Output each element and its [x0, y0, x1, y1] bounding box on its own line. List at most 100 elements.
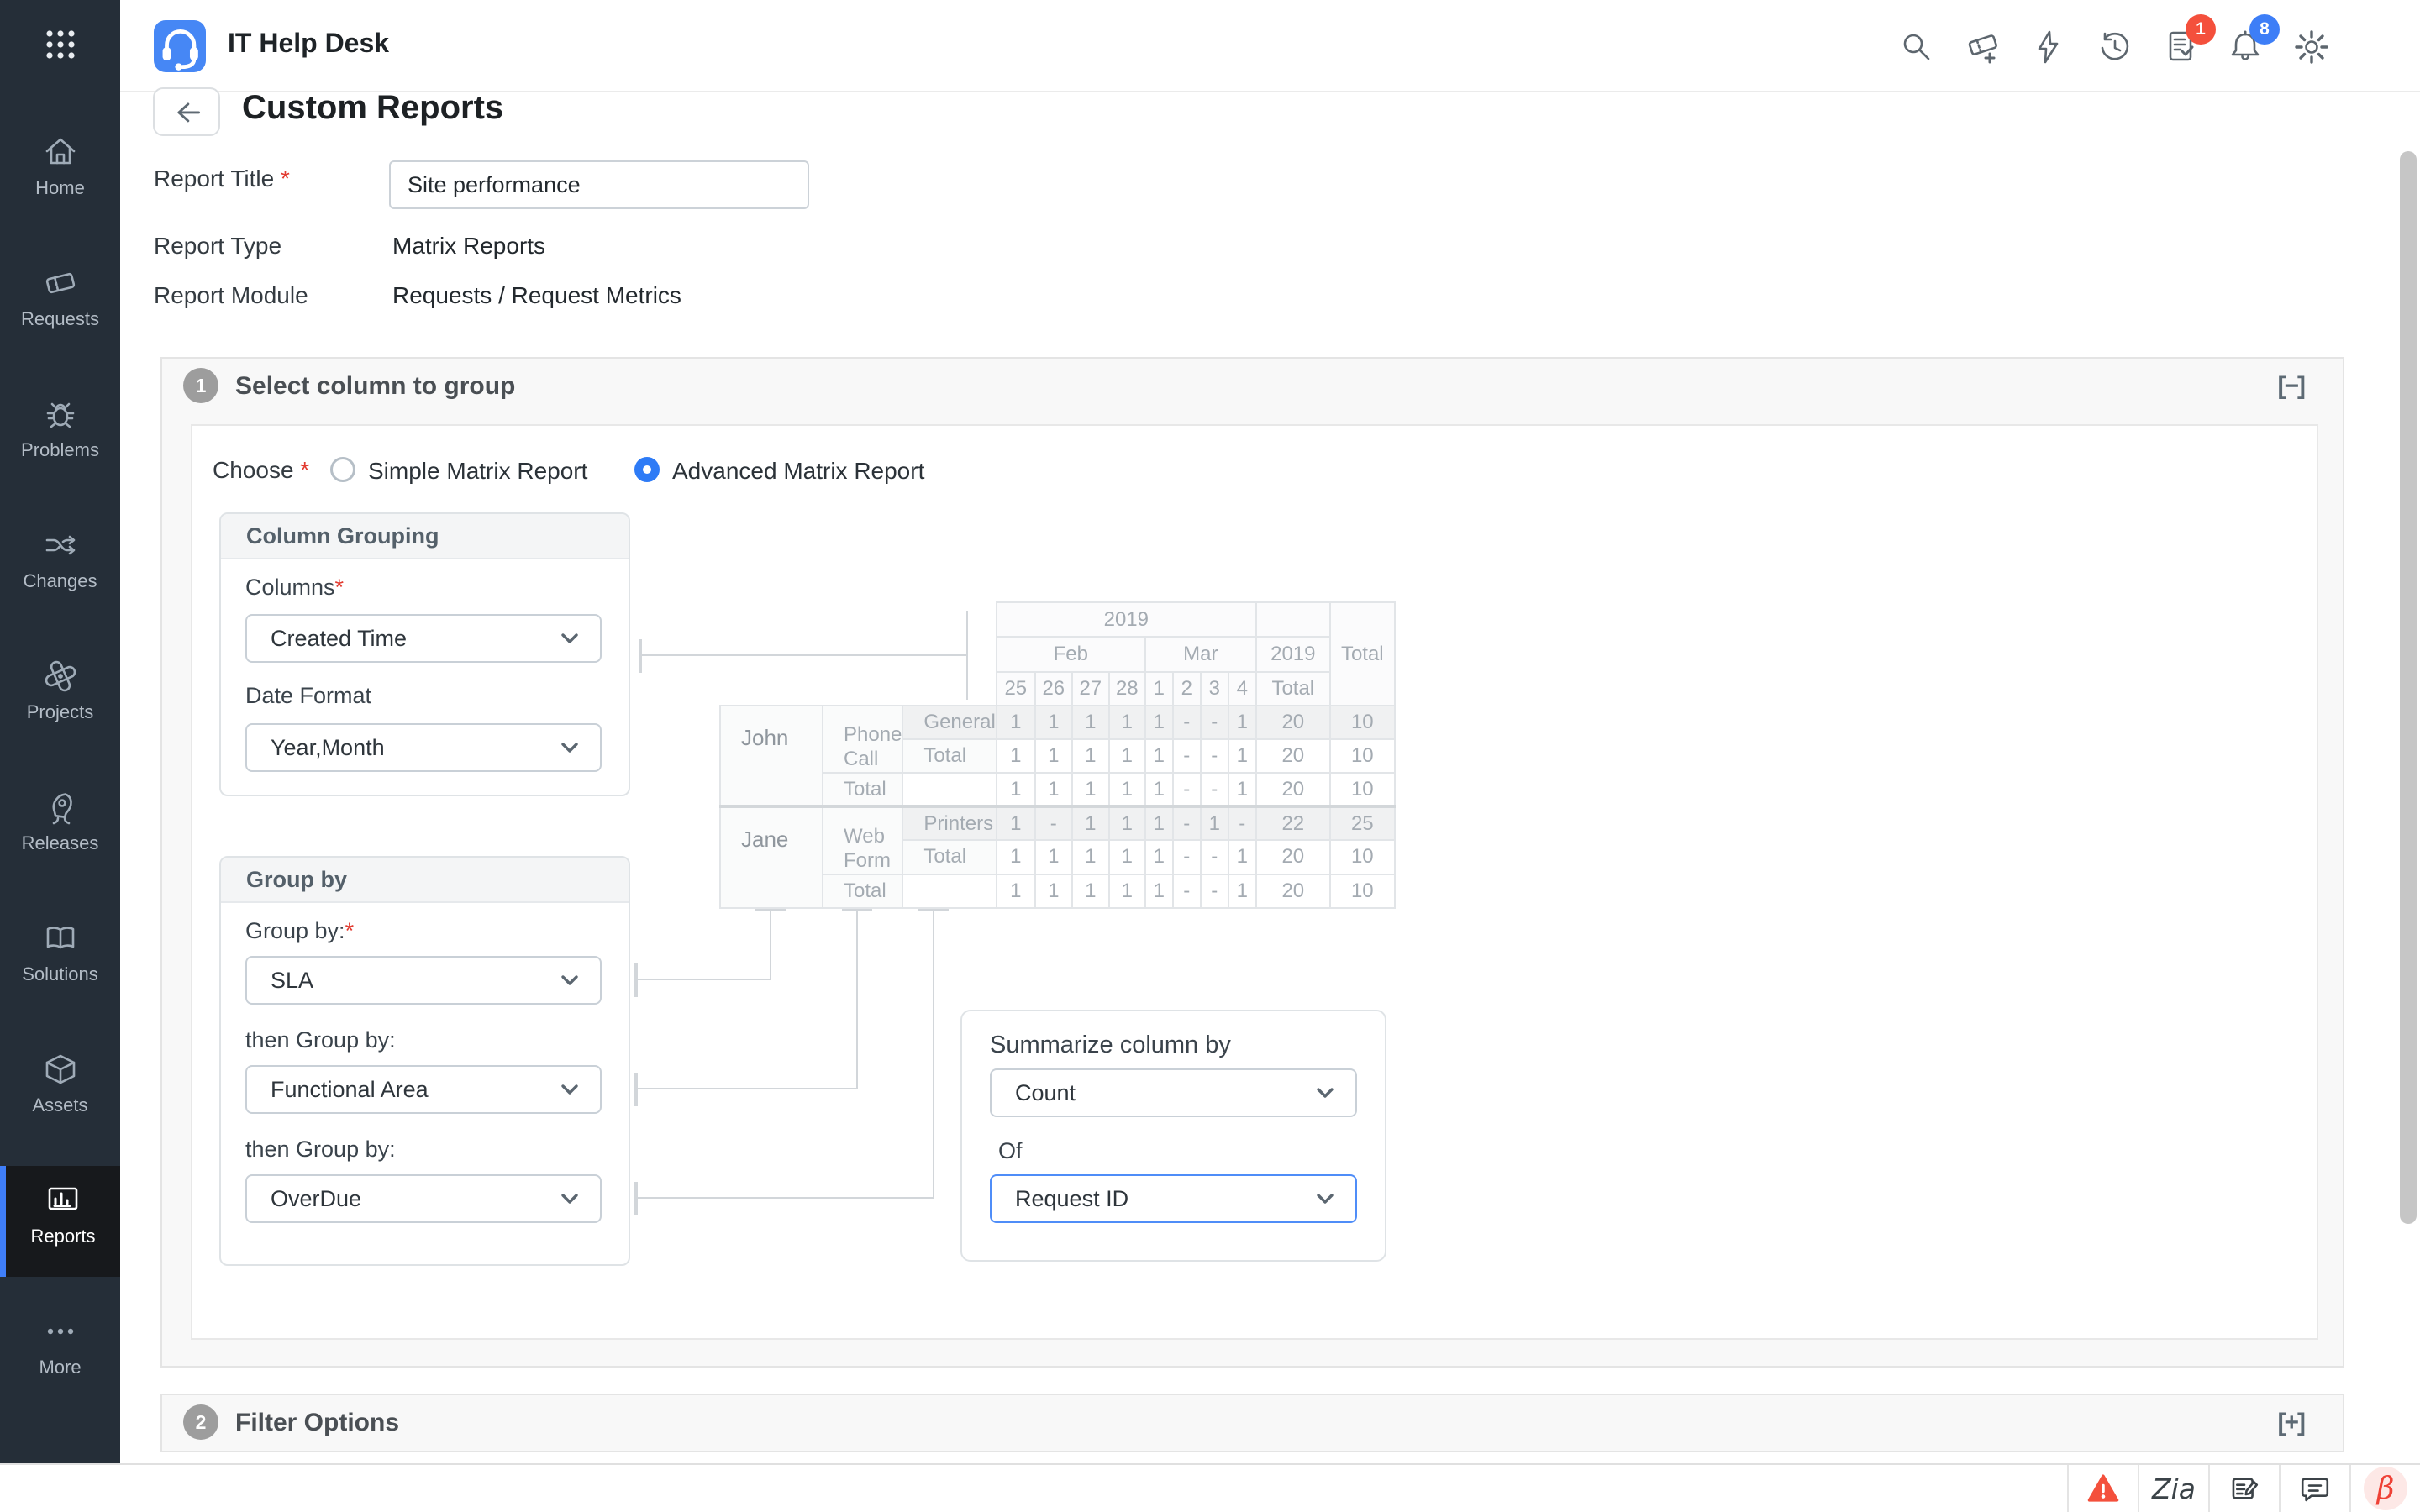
month-header: Feb — [995, 636, 1146, 673]
sidebar-item-home[interactable]: Home — [0, 118, 120, 228]
value-cell: 1 — [1107, 873, 1146, 909]
add-ticket-icon[interactable] — [1964, 28, 2002, 66]
value-cell: 1 — [1227, 772, 1257, 807]
settings-icon[interactable] — [2292, 28, 2331, 66]
sidebar-item-problems[interactable]: Problems — [0, 380, 120, 491]
year-total-cell: 20 — [1255, 839, 1331, 875]
more-icon — [41, 1312, 80, 1351]
chevron-down-icon — [558, 1187, 581, 1210]
radio-simple-matrix-report[interactable] — [330, 457, 355, 482]
section1-collapse-icon[interactable]: [−] — [2278, 372, 2306, 401]
feedback-icon[interactable] — [2208, 1465, 2279, 1512]
radio-advanced-label[interactable]: Advanced Matrix Report — [672, 458, 924, 485]
quick-actions-icon[interactable] — [2029, 28, 2068, 66]
value-cell: 1 — [1144, 772, 1174, 807]
beta-badge: β — [2364, 1467, 2407, 1510]
alert-icon[interactable] — [2067, 1465, 2138, 1512]
section2-number-badge: 2 — [183, 1404, 218, 1440]
date-header: 2 — [1171, 671, 1202, 706]
apps-grid-icon[interactable] — [41, 25, 80, 64]
then-group-by-dropdown-1[interactable]: Functional Area — [245, 1065, 602, 1114]
report-type-label: Report Type — [154, 233, 282, 259]
radio-advanced-matrix-report[interactable] — [634, 457, 660, 482]
search-icon[interactable] — [1897, 28, 1936, 66]
connector-line — [770, 911, 771, 980]
solutions-icon — [41, 919, 80, 958]
value-cell: - — [1171, 738, 1202, 774]
chevron-down-icon — [1313, 1081, 1337, 1105]
report-title-input[interactable] — [389, 160, 809, 209]
history-icon[interactable] — [2096, 28, 2134, 66]
vertical-scrollbar[interactable] — [2400, 151, 2417, 1224]
page-title: Custom Reports — [242, 89, 504, 126]
changes-icon — [41, 526, 80, 564]
group-by-dropdown[interactable]: SLA — [245, 956, 602, 1005]
grand-total-cell: 10 — [1328, 873, 1396, 909]
sidebar-item-label: Releases — [21, 832, 99, 853]
row-label-cell: Total — [902, 839, 997, 875]
sidebar-item-releases[interactable]: Releases — [0, 773, 120, 884]
back-button[interactable] — [153, 87, 220, 136]
date-format-dropdown[interactable]: Year,Month — [245, 723, 602, 772]
notifications-icon[interactable]: 8 — [2226, 14, 2280, 66]
summarize-by-dropdown[interactable]: Count — [990, 1068, 1357, 1117]
value-cell: 1 — [1034, 772, 1073, 807]
radio-simple-label[interactable]: Simple Matrix Report — [368, 458, 587, 485]
channel-cell: Phone Call — [821, 705, 904, 774]
value-cell: 1 — [1071, 705, 1110, 740]
value-cell: 1 — [995, 804, 1036, 842]
date-header: 25 — [995, 671, 1036, 706]
sidebar-item-changes[interactable]: Changes — [0, 511, 120, 622]
year-total-cell: 20 — [1255, 772, 1331, 807]
date-header: 27 — [1071, 671, 1110, 706]
value-cell: 1 — [995, 873, 1036, 909]
chevron-down-icon — [1313, 1187, 1337, 1210]
sidebar-item-more[interactable]: More — [0, 1297, 120, 1408]
then-group-by-dropdown-2[interactable]: OverDue — [245, 1174, 602, 1223]
connector-line — [634, 1073, 638, 1106]
row-label-cell: Printers — [902, 804, 997, 842]
reports-icon — [44, 1181, 82, 1220]
summarize-of-dropdown[interactable]: Request ID — [990, 1174, 1357, 1223]
sidebar: Home Requests Problems Changes Projects Relea… — [0, 0, 120, 1463]
value-cell: 1 — [1107, 738, 1146, 774]
value-cell: 1 — [995, 705, 1036, 740]
value-cell: 1 — [1034, 839, 1073, 875]
chat-icon[interactable] — [2279, 1465, 2349, 1512]
grand-total-cell: 10 — [1328, 738, 1396, 774]
summarize-title: Summarize column by — [990, 1032, 1231, 1058]
value-cell: 1 — [995, 738, 1036, 774]
value-cell: 1 — [995, 839, 1036, 875]
beta-icon[interactable]: β — [2349, 1465, 2420, 1512]
then-group-by-label-1: then Group by: — [245, 1027, 396, 1053]
report-module-label: Report Module — [154, 282, 308, 308]
value-cell: 1 — [1071, 772, 1110, 807]
chevron-down-icon — [558, 736, 581, 759]
zia-icon[interactable]: Zia — [2138, 1465, 2208, 1512]
value-cell: - — [1171, 705, 1202, 740]
sidebar-item-solutions[interactable]: Solutions — [0, 904, 120, 1015]
sidebar-item-reports[interactable]: Reports — [0, 1166, 120, 1277]
table-cell — [720, 637, 997, 672]
sidebar-item-assets[interactable]: Assets — [0, 1035, 120, 1146]
month-header: Mar — [1144, 636, 1257, 673]
tasks-icon[interactable]: 1 — [2162, 14, 2216, 66]
sidebar-item-label: Reports — [30, 1226, 96, 1247]
section1-number-badge: 1 — [183, 368, 218, 403]
app-logo-headset-icon[interactable] — [154, 20, 206, 72]
sidebar-item-projects[interactable]: Projects — [0, 642, 120, 753]
connector-line — [638, 1197, 933, 1199]
year-total-header: 2019 — [1255, 636, 1331, 673]
section-filter-options: 2 Filter Options [+] — [160, 1394, 2344, 1452]
table-row: Jane Web Form Printers 1-1 1 1-1-22 25 — [719, 804, 1396, 909]
requests-icon — [41, 264, 80, 302]
sidebar-item-requests[interactable]: Requests — [0, 249, 120, 360]
value-cell: 1 — [1107, 839, 1146, 875]
columns-dropdown[interactable]: Created Time — [245, 614, 602, 663]
value-cell: 1 — [1034, 738, 1073, 774]
app-window: Home Requests Problems Changes Projects Relea… — [0, 0, 2420, 1512]
date-header: 4 — [1227, 671, 1257, 706]
sidebar-item-label: Problems — [21, 439, 99, 460]
section2-expand-icon[interactable]: [+] — [2278, 1409, 2306, 1437]
year-header: 2019 — [995, 601, 1257, 638]
